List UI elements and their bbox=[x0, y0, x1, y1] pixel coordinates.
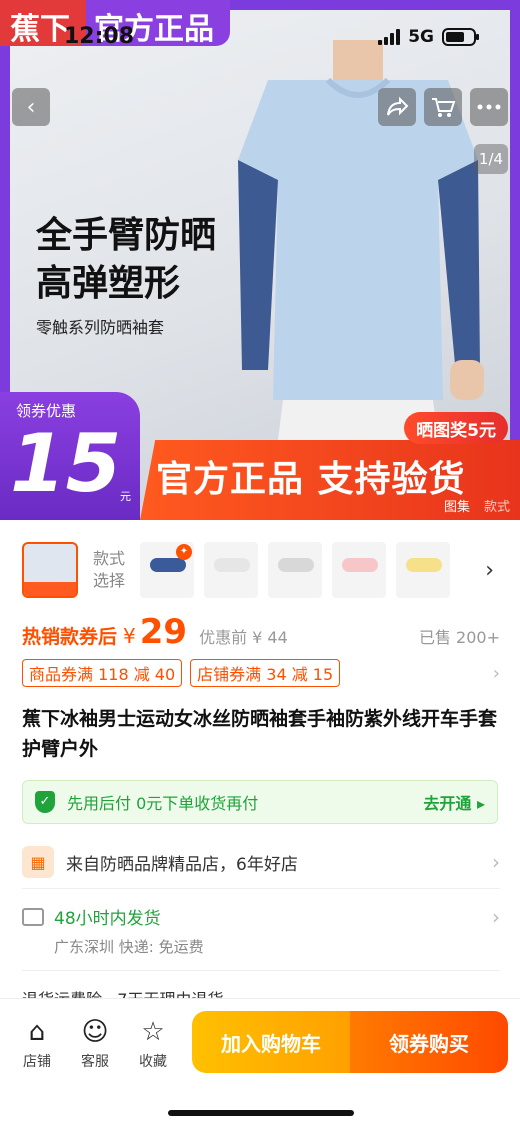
favorite-label: 收藏 bbox=[139, 1054, 167, 1070]
more-icon[interactable] bbox=[470, 88, 508, 126]
shield-check-icon: ✓ bbox=[35, 791, 55, 813]
store-label: 店铺 bbox=[23, 1054, 51, 1070]
tab-styles[interactable]: 款式 bbox=[484, 496, 510, 515]
share-icon[interactable] bbox=[378, 88, 416, 126]
network-type: 5G bbox=[408, 27, 434, 47]
coupon-chip-product[interactable]: 商品券满 118 减 40 bbox=[22, 659, 183, 687]
sku-label-line-1: 款式 bbox=[92, 549, 125, 568]
sku-thumb[interactable] bbox=[204, 542, 258, 598]
hero-headline: 全手臂防晒 高弹塑形 bbox=[36, 212, 216, 308]
coupon-chip-store[interactable]: 店铺券满 34 减 15 bbox=[190, 659, 341, 687]
sku-thumb[interactable]: ✦ bbox=[140, 542, 194, 598]
gallery-pager: 1/4 bbox=[474, 144, 508, 174]
shipping-detail: 广东深圳 快递: 免运费 bbox=[54, 938, 204, 956]
shop-icon: ⌂ bbox=[28, 1017, 46, 1047]
price-row: 热销款券后 ¥ 29 优惠前 ¥ 44 已售 200+ bbox=[22, 612, 500, 656]
store-text: 来自防晒品牌精品店，6年好店 bbox=[66, 854, 298, 875]
service-label: 客服 bbox=[81, 1054, 109, 1070]
status-time: 12:08 bbox=[64, 24, 135, 49]
cart-icon[interactable] bbox=[424, 88, 462, 126]
favorite-button[interactable]: ☆ 收藏 bbox=[128, 1017, 178, 1071]
coupon-list[interactable]: 商品券满 118 减 40 店铺券满 34 减 15 › bbox=[22, 658, 500, 688]
sku-thumb[interactable] bbox=[396, 542, 450, 598]
price-original: 优惠前 ¥ 44 bbox=[199, 628, 288, 647]
truck-icon bbox=[22, 907, 44, 926]
photo-reward-badge[interactable]: 晒图奖5元 bbox=[404, 412, 508, 444]
tab-gallery[interactable]: 图集 bbox=[444, 496, 470, 515]
service-button[interactable]: ☺ 客服 bbox=[70, 1017, 120, 1071]
headline-line-1: 全手臂防晒 bbox=[36, 215, 217, 256]
product-gallery[interactable]: 蕉下 官方正品 12:08 5G ‹ 1/4 全手臂防晒 高弹塑形 零触系列防晒… bbox=[0, 0, 520, 520]
store-button[interactable]: ⌂ 店铺 bbox=[12, 1017, 62, 1071]
chevron-right-icon[interactable]: › bbox=[492, 905, 500, 929]
price-value: 29 bbox=[139, 612, 188, 652]
gallery-tabs: 图集 款式 bbox=[444, 496, 510, 515]
flame-icon: ✦ bbox=[176, 544, 192, 560]
sku-label[interactable]: 款式 选择 bbox=[82, 548, 136, 592]
chevron-right-icon[interactable]: › bbox=[493, 663, 500, 684]
chat-icon: ☺ bbox=[81, 1017, 109, 1047]
status-indicators: 5G bbox=[378, 26, 479, 48]
pay-later-banner[interactable]: ✓ 先用后付 0元下单收货再付 去开通 ▸ bbox=[22, 780, 498, 824]
store-icon: ▦ bbox=[22, 846, 54, 878]
price-currency: ¥ bbox=[123, 624, 136, 648]
headline-line-2: 高弹塑形 bbox=[36, 263, 181, 304]
brand-name: 蕉下 bbox=[10, 12, 70, 47]
sku-label-line-2: 选择 bbox=[92, 571, 125, 590]
buy-button[interactable]: 领券购买 bbox=[350, 1011, 508, 1073]
back-icon[interactable]: ‹ bbox=[12, 88, 50, 126]
store-row[interactable]: ▦ 来自防晒品牌精品店，6年好店 › bbox=[22, 846, 500, 878]
home-indicator bbox=[168, 1110, 354, 1116]
shipping-row[interactable]: 48小时内发货 › bbox=[22, 904, 500, 929]
sold-count: 已售 200+ bbox=[418, 628, 500, 647]
star-icon: ☆ bbox=[141, 1017, 165, 1047]
bottom-action-bar: ⌂ 店铺 ☺ 客服 ☆ 收藏 加入购物车 领券购买 bbox=[0, 998, 520, 1127]
battery-icon bbox=[442, 28, 479, 46]
sku-selector[interactable]: 款式 选择 ✦ › bbox=[22, 540, 502, 600]
product-title: 蕉下冰袖男士运动女冰丝防晒袖套手袖防紫外线开车手套护臂户外 bbox=[22, 708, 498, 760]
divider bbox=[22, 970, 500, 971]
coupon-box[interactable]: 领券优惠 15 元 bbox=[0, 392, 140, 520]
price-tag: 热销款券后 bbox=[22, 626, 118, 648]
divider bbox=[22, 888, 500, 889]
add-to-cart-button[interactable]: 加入购物车 bbox=[192, 1011, 350, 1073]
sku-thumb[interactable] bbox=[332, 542, 386, 598]
signal-icon bbox=[378, 29, 401, 45]
sku-thumb[interactable] bbox=[268, 542, 322, 598]
pay-later-text: 先用后付 0元下单收货再付 bbox=[67, 794, 259, 813]
coupon-unit: 元 bbox=[120, 490, 131, 503]
banner-text: 官方正品 支持验货 bbox=[156, 459, 466, 500]
pay-later-activate[interactable]: 去开通 ▸ bbox=[423, 790, 485, 814]
shipping-headline: 48小时内发货 bbox=[54, 909, 161, 929]
chevron-right-icon[interactable]: › bbox=[485, 558, 494, 583]
coupon-value: 15 bbox=[10, 417, 122, 510]
chevron-right-icon[interactable]: › bbox=[492, 850, 500, 874]
hero-subline: 零触系列防晒袖套 bbox=[36, 318, 165, 337]
sku-thumb-selected[interactable] bbox=[22, 542, 78, 598]
